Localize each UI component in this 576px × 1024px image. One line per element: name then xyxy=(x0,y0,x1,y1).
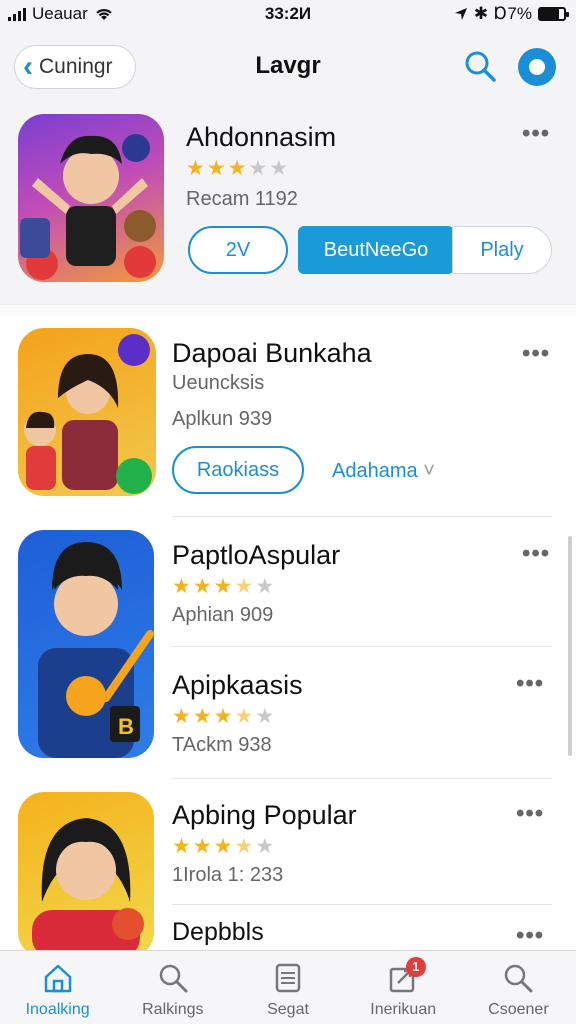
app-icon[interactable]: B xyxy=(18,530,154,758)
featured-button-3[interactable]: Plaly xyxy=(452,226,552,274)
featured-rating: ★ ★ ★ ★ ★ xyxy=(186,157,289,180)
search-icon[interactable] xyxy=(462,48,498,84)
app-link-label: Adahama xyxy=(332,460,418,482)
row-divider xyxy=(172,778,552,779)
app-name[interactable]: Apbing Popular xyxy=(172,800,357,831)
more-icon[interactable]: ••• xyxy=(522,540,550,568)
app-link[interactable]: Adahama ˅ xyxy=(332,460,435,483)
search-icon xyxy=(159,964,188,993)
tab-label: Segat xyxy=(267,1001,309,1018)
app-meta: Aphian 909 xyxy=(172,604,274,626)
battery-icon xyxy=(538,7,569,21)
status-bar: Ueauar 33:2И ✱ Ɒ7% xyxy=(0,0,576,28)
tab-label: Csoener xyxy=(488,1001,549,1018)
profile-icon[interactable] xyxy=(518,48,556,86)
app-rating: ★ ★ ★ ★ ★ xyxy=(172,575,275,598)
app-icon[interactable] xyxy=(18,792,154,958)
tab-search[interactable]: Csoener xyxy=(461,951,576,1024)
app-action-button[interactable]: Raokiass xyxy=(172,446,304,494)
featured-meta: Recam 1192 xyxy=(186,188,298,210)
app-name[interactable]: Depbbls xyxy=(172,918,264,947)
battery-percent: Ɒ7% xyxy=(494,4,532,23)
notification-badge: 1 xyxy=(405,957,426,977)
row-divider xyxy=(172,516,552,517)
home-icon xyxy=(44,964,71,993)
tab-label: Inerikuan xyxy=(370,1001,437,1018)
app-rating: ★ ★ ★ ★ ★ xyxy=(172,705,275,728)
featured-app-card: Ahdonnasim ••• ★ ★ ★ ★ ★ Recam 1192 2V BeutN… xyxy=(0,108,576,304)
bluetooth-icon: ✱ xyxy=(473,4,489,23)
tab-label: Inoalking xyxy=(25,1001,90,1018)
tab-bar: Inoalking Ralkings Segat 1 Inerikuan Cso… xyxy=(0,950,576,1024)
tab-updates[interactable]: 1 Inerikuan xyxy=(346,951,461,1024)
featured-button-2[interactable]: BeutNeeGo xyxy=(298,226,454,274)
scrollbar[interactable] xyxy=(568,536,572,756)
list-icon xyxy=(275,963,301,993)
tab-home[interactable]: Inoalking xyxy=(0,951,115,1024)
tab-rankings[interactable]: Ralkings xyxy=(115,951,230,1024)
chevron-down-icon: ˅ xyxy=(423,460,435,482)
app-name[interactable]: PaptloAspular xyxy=(172,540,340,571)
app-rating: ★ ★ ★ ★ ★ xyxy=(172,835,275,858)
svg-text:B: B xyxy=(118,714,134,739)
app-meta: 1Irola 1: 233 xyxy=(172,864,284,886)
row-divider xyxy=(172,646,552,647)
location-icon xyxy=(454,8,467,20)
featured-button-1[interactable]: 2V xyxy=(188,226,288,274)
app-subtitle: Ueuncksis xyxy=(172,372,265,394)
tab-list[interactable]: Segat xyxy=(230,951,345,1024)
app-name[interactable]: Apipkaasis xyxy=(172,670,303,701)
app-meta: TAckm 938 xyxy=(172,734,272,756)
more-icon[interactable]: ••• xyxy=(516,670,544,698)
app-name[interactable]: Dapoai Bunkaha xyxy=(172,338,372,369)
app-meta: Aplkun 939 xyxy=(172,408,273,430)
status-right: ✱ Ɒ7% xyxy=(454,4,569,24)
section-divider xyxy=(0,304,576,316)
more-icon[interactable]: ••• xyxy=(516,800,544,828)
row-divider xyxy=(172,904,552,905)
more-icon[interactable]: ••• xyxy=(522,120,550,148)
more-icon[interactable]: ••• xyxy=(522,340,550,368)
app-icon[interactable] xyxy=(18,328,156,496)
featured-app-icon[interactable] xyxy=(18,114,164,282)
search-icon xyxy=(505,964,533,993)
more-icon[interactable]: ••• xyxy=(516,922,544,950)
featured-app-name[interactable]: Ahdonnasim xyxy=(186,122,336,153)
tab-label: Ralkings xyxy=(142,1001,204,1018)
nav-header: ‹ Cuningr Lavgr xyxy=(0,28,576,108)
